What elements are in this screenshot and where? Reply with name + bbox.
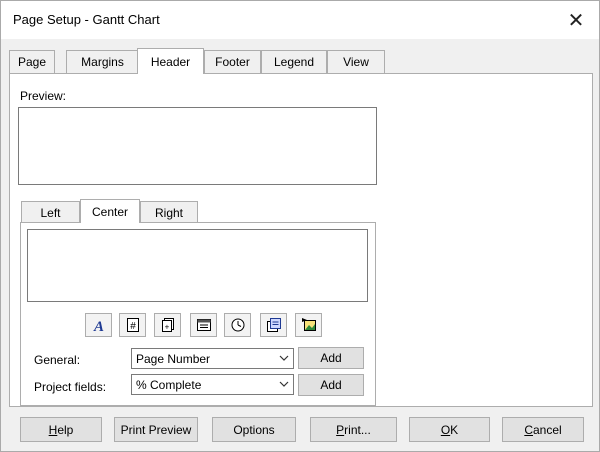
help-label: elp bbox=[57, 422, 74, 437]
insert-picture-button[interactable] bbox=[295, 313, 322, 337]
project-fields-select[interactable]: % Complete bbox=[131, 374, 294, 395]
insert-current-date-button[interactable] bbox=[190, 313, 217, 337]
svg-text:+: + bbox=[164, 323, 169, 332]
print-button[interactable]: Print... bbox=[310, 417, 397, 442]
svg-text:#: # bbox=[130, 321, 136, 332]
page-setup-dialog: Page Setup - Gantt Chart ✕ Page Margins … bbox=[0, 0, 600, 452]
insert-total-pages-icon: + bbox=[161, 318, 174, 332]
cancel-mnemonic: C bbox=[524, 422, 533, 437]
format-text-font-icon: A bbox=[92, 319, 103, 333]
general-add-button[interactable]: Add bbox=[298, 347, 364, 369]
project-fields-add-button[interactable]: Add bbox=[298, 374, 364, 396]
tab-center[interactable]: Center bbox=[80, 199, 140, 223]
svg-text:A: A bbox=[92, 319, 103, 333]
insert-current-time-button[interactable] bbox=[224, 313, 251, 337]
print-label: rint... bbox=[344, 422, 371, 437]
tab-margins[interactable]: Margins bbox=[66, 50, 139, 73]
help-button[interactable]: Help bbox=[20, 417, 102, 442]
general-select-value: Page Number bbox=[136, 351, 211, 366]
insert-total-pages-button[interactable]: + bbox=[154, 313, 181, 337]
options-button[interactable]: Options bbox=[212, 417, 296, 442]
project-fields-label: Project fields: bbox=[34, 380, 107, 394]
help-mnemonic: H bbox=[48, 422, 58, 437]
project-fields-select-value: % Complete bbox=[136, 377, 202, 392]
preview-label: Preview: bbox=[20, 89, 67, 103]
tab-legend[interactable]: Legend bbox=[261, 50, 327, 73]
print-mnemonic: P bbox=[336, 422, 345, 437]
general-select[interactable]: Page Number bbox=[131, 348, 294, 369]
tab-footer[interactable]: Footer bbox=[204, 50, 261, 73]
close-button[interactable]: ✕ bbox=[557, 5, 595, 35]
insert-file-name-icon bbox=[266, 318, 281, 332]
insert-file-name-button[interactable] bbox=[260, 313, 287, 337]
close-icon: ✕ bbox=[567, 9, 585, 32]
ok-label: K bbox=[450, 422, 459, 437]
tab-header[interactable]: Header bbox=[137, 48, 204, 74]
insert-picture-icon bbox=[301, 318, 316, 331]
tab-left[interactable]: Left bbox=[21, 201, 80, 223]
ok-button[interactable]: OK bbox=[409, 417, 490, 442]
ok-mnemonic: O bbox=[440, 422, 451, 437]
format-text-button[interactable]: A bbox=[85, 313, 112, 337]
tab-right[interactable]: Right bbox=[140, 201, 198, 223]
print-preview-button[interactable]: Print Preview bbox=[114, 417, 198, 442]
title-bar: Page Setup - Gantt Chart ✕ bbox=[1, 1, 599, 39]
insert-page-number-button[interactable]: # bbox=[119, 313, 146, 337]
preview-box bbox=[18, 107, 377, 185]
tab-page[interactable]: Page bbox=[9, 50, 55, 73]
general-label: General: bbox=[34, 353, 81, 367]
chevron-down-icon bbox=[279, 381, 289, 387]
cancel-label: ancel bbox=[532, 422, 562, 437]
header-text-area[interactable] bbox=[27, 229, 368, 302]
window-title: Page Setup - Gantt Chart bbox=[13, 12, 160, 27]
cancel-button[interactable]: Cancel bbox=[502, 417, 584, 442]
insert-current-time-icon bbox=[231, 318, 244, 332]
tab-view[interactable]: View bbox=[327, 50, 385, 73]
insert-page-number-icon: # bbox=[126, 318, 139, 332]
chevron-down-icon bbox=[279, 355, 289, 361]
insert-current-date-icon bbox=[196, 319, 211, 331]
